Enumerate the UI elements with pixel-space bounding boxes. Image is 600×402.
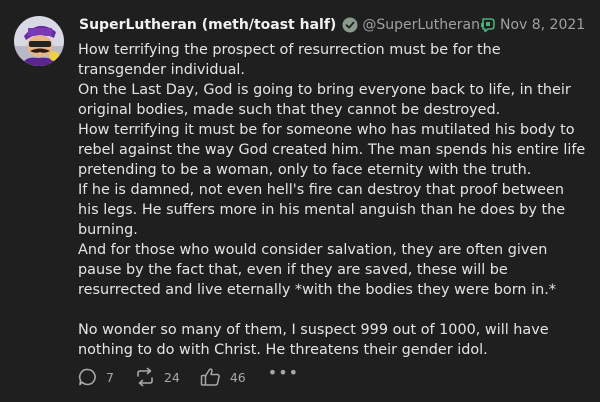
post-paragraph: On the Last Day, God is going to bring e…	[78, 82, 571, 118]
like-button[interactable]: 46	[200, 367, 246, 387]
repost-button[interactable]: 24	[134, 367, 180, 387]
post-paragraph: If he is damned, not even hell's fire ca…	[78, 182, 566, 238]
verified-check-icon	[342, 17, 358, 33]
post-card: SuperLutheran (meth/toast half) @SuperLu…	[0, 0, 600, 402]
platform-logo-icon	[480, 17, 496, 33]
post-timestamp[interactable]: Nov 8, 2021	[500, 17, 585, 33]
post-paragraph: How terrifying it must be for someone wh…	[78, 122, 586, 178]
author-display-name[interactable]: SuperLutheran (meth/toast half)	[79, 17, 336, 33]
post-header: SuperLutheran (meth/toast half) @SuperLu…	[79, 14, 585, 36]
reply-count: 7	[106, 369, 114, 385]
post-actions: 7 24 46 •••	[78, 363, 299, 390]
like-count: 46	[229, 369, 246, 385]
post-paragraph: How terrifying the prospect of resurrect…	[78, 42, 501, 78]
post-meta: Nov 8, 2021	[480, 17, 585, 33]
thumbs-up-icon	[200, 367, 222, 387]
repost-count: 24	[163, 369, 180, 385]
post-paragraph: No wonder so many of them, I suspect 999…	[78, 322, 549, 358]
reply-button[interactable]: 7	[78, 367, 114, 387]
avatar[interactable]	[14, 16, 64, 66]
post-paragraph: And for those who would consider salvati…	[78, 242, 556, 298]
repost-icon	[134, 367, 156, 387]
reply-icon	[78, 367, 98, 387]
more-options-button[interactable]: •••	[268, 363, 299, 382]
post-body: How terrifying the prospect of resurrect…	[78, 40, 586, 360]
author-handle[interactable]: @SuperLutheran	[362, 17, 480, 33]
